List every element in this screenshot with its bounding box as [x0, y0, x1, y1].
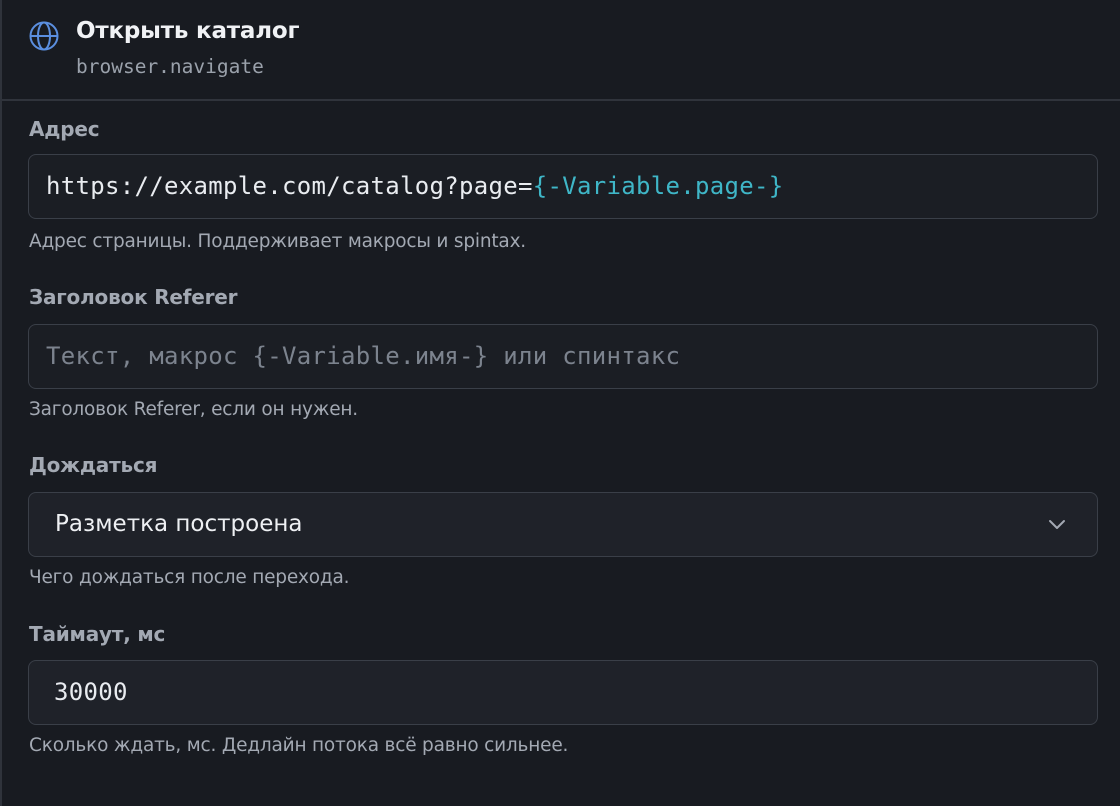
address-value: https://example.com/catalog?page={-Varia… [46, 155, 783, 217]
wait-hint: Чего дождаться после перехода. [29, 567, 350, 588]
timeout-hint: Сколько ждать, мс. Дедлайн потока всё ра… [29, 735, 569, 756]
timeout-label: Таймаут, мс [29, 622, 166, 646]
referer-hint: Заголовок Referer, если он нужен. [29, 399, 358, 420]
wait-selected-value: Разметка построена [55, 511, 303, 537]
chevron-down-icon [1049, 520, 1065, 529]
referer-placeholder: Текст, макрос {-Variable.имя-} или спинт… [46, 342, 681, 370]
address-url-text: https://example.com/catalog?page= [46, 172, 533, 200]
panel-title: Открыть каталог [76, 18, 300, 44]
action-id: browser.navigate [76, 55, 264, 78]
address-input[interactable]: https://example.com/catalog?page={-Varia… [28, 154, 1098, 219]
globe-icon [29, 21, 59, 51]
address-hint: Адрес страницы. Поддерживает макросы и s… [29, 231, 526, 252]
node-settings-panel: Открыть каталог browser.navigate Адрес h… [0, 0, 1120, 806]
wait-label: Дождаться [29, 453, 158, 477]
referer-label: Заголовок Referer [29, 285, 238, 309]
address-label: Адрес [29, 117, 100, 141]
wait-select[interactable]: Разметка построена [28, 492, 1098, 557]
panel-header: Открыть каталог browser.navigate [2, 0, 1120, 101]
address-macro-token: {-Variable.page-} [532, 172, 784, 200]
timeout-value: 30000 [54, 678, 128, 706]
timeout-input[interactable]: 30000 [28, 660, 1098, 725]
referer-input[interactable]: Текст, макрос {-Variable.имя-} или спинт… [28, 324, 1098, 389]
